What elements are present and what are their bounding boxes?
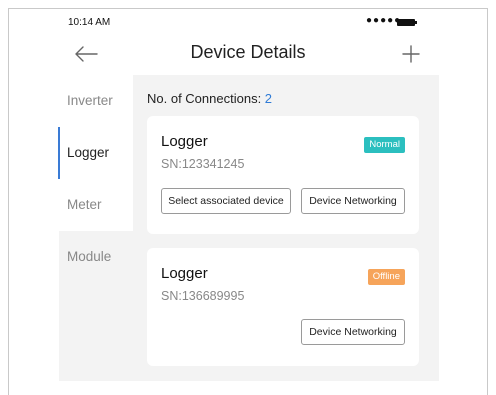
sidebar-item-logger[interactable]: Logger bbox=[58, 127, 133, 179]
connections-count: No. of Connections: 2 bbox=[147, 91, 272, 106]
device-card: Logger Normal SN:123341245 Select associ… bbox=[147, 116, 419, 234]
status-time: 10:14 AM bbox=[68, 17, 111, 28]
sidebar-item-label: Meter bbox=[67, 197, 102, 212]
device-serial: SN:136689995 bbox=[161, 289, 245, 303]
plus-icon[interactable] bbox=[401, 44, 421, 64]
device-networking-button[interactable]: Device Networking bbox=[301, 319, 405, 345]
select-associated-device-button[interactable]: Select associated device bbox=[161, 188, 291, 214]
device-title: Logger bbox=[161, 133, 208, 150]
sidebar-item-module[interactable]: Module bbox=[59, 231, 133, 283]
device-title: Logger bbox=[161, 265, 208, 282]
battery-icon bbox=[397, 19, 417, 26]
device-card: Logger Offline SN:136689995 Device Netwo… bbox=[147, 248, 419, 366]
connections-value: 2 bbox=[264, 91, 273, 106]
connections-label: No. of Connections: bbox=[147, 91, 265, 106]
sidebar-item-label: Module bbox=[67, 249, 112, 264]
device-networking-button[interactable]: Device Networking bbox=[301, 188, 405, 214]
signal-icon: ●●●●● bbox=[366, 15, 402, 26]
arrow-left-icon[interactable] bbox=[74, 44, 98, 64]
sidebar-item-label: Inverter bbox=[67, 93, 113, 108]
status-badge: Offline bbox=[367, 269, 405, 285]
device-serial: SN:123341245 bbox=[161, 157, 245, 171]
sidebar-item-meter[interactable]: Meter bbox=[59, 179, 133, 231]
sidebar-item-inverter[interactable]: Inverter bbox=[59, 75, 133, 127]
sidebar-item-label: Logger bbox=[67, 145, 110, 160]
status-badge: Normal bbox=[364, 137, 405, 153]
